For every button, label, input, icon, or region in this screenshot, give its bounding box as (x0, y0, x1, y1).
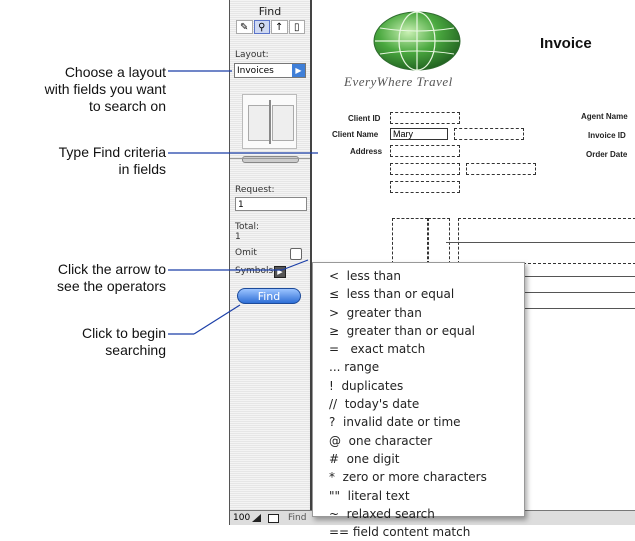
callout-lines (168, 70, 318, 335)
menu-item-field-content-match[interactable]: == field content match (313, 523, 524, 541)
leader-line-find-tail (193, 304, 241, 335)
leader-line-arrow-tail (281, 259, 309, 271)
